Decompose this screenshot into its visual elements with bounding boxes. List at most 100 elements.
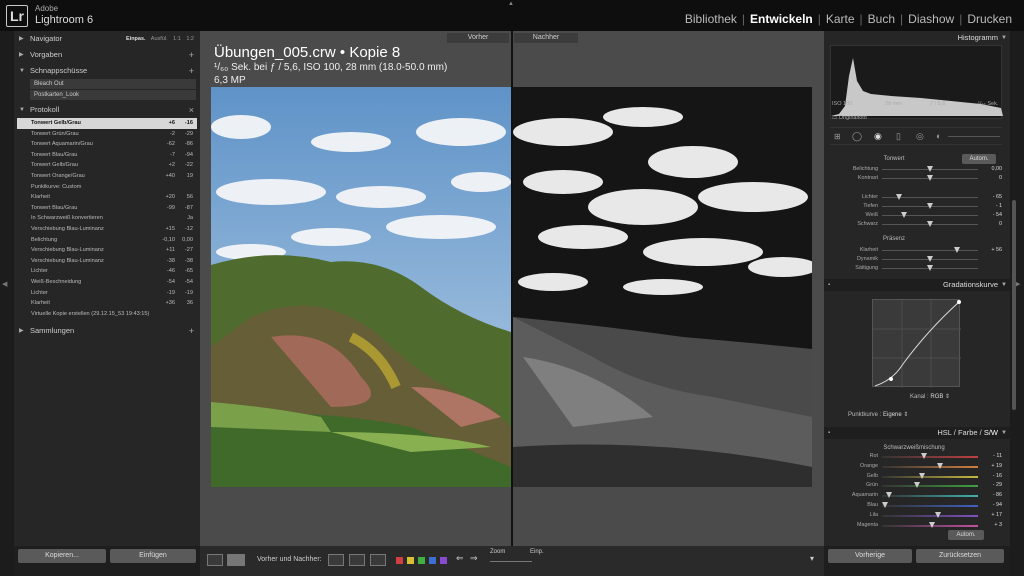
right-panel-scrollbar[interactable] [1012,200,1016,410]
slider-knob[interactable] [885,492,892,499]
auto-tone-button[interactable]: Autom. [962,154,996,164]
slider-lichter[interactable]: Lichter - 65 [830,193,1004,202]
history-step[interactable]: Tonwert Aquamarin/Grau -62 -86 [17,139,197,150]
history-step[interactable]: Tonwert Orange/Grau +40 19 [17,171,197,182]
zoom-1-2[interactable]: 1:2 [186,36,194,42]
clear-history-icon[interactable]: × [189,103,194,117]
add-collection-icon[interactable]: + [189,324,194,338]
before-after-mode-icon[interactable] [227,554,245,566]
curve-channel-row[interactable]: Kanal : RGB ⇕ [910,393,950,400]
next-arrow-icon[interactable]: ⇒ [470,553,478,564]
history-step[interactable]: Verschiebung Blau-Luminanz +11 -27 [17,245,197,256]
prev-arrow-icon[interactable]: ⇐ [456,553,464,564]
point-curve-row[interactable]: Punktkurve : Eigene ⇕ [848,411,908,418]
history-step[interactable]: Klarheit +36 36 [17,298,197,309]
copy-before-to-after-icon[interactable] [328,554,344,566]
history-step[interactable]: Tonwert Grün/Grau -2 -29 [17,129,197,140]
slider-knob[interactable] [919,472,926,479]
histogram-display[interactable] [830,45,1003,119]
slider-knob[interactable] [927,265,933,271]
panel-switch-icon[interactable]: ▪ [828,279,830,291]
slider-orange[interactable]: Orange + 19 [830,462,1004,471]
module-buch[interactable]: Buch [868,12,895,26]
slider-rot[interactable]: Rot - 11 [830,452,1004,461]
navigator-zoom-options[interactable]: Einpas. Ausfül. 1:1 1:2 [126,32,194,46]
slider-kontrast[interactable]: Kontrast 0 [830,174,1004,183]
brush-icon[interactable]: ◐ [936,131,941,141]
tool-slider[interactable] [948,136,1000,137]
slider-track[interactable] [882,514,978,517]
history-step[interactable]: Weiß-Beschneidung -54 -54 [17,277,197,288]
histogram-header[interactable]: Histogramm ▼ [824,32,1010,44]
slider-dynamik[interactable]: Dynamik [830,255,1004,264]
zoom-fill[interactable]: Ausfül. [151,36,168,42]
before-photo[interactable] [211,87,511,487]
slider-aquamarin[interactable]: Aquamarin - 86 [830,491,1004,500]
slider-weiß[interactable]: Weiß - 54 [830,211,1004,220]
slider-track[interactable] [882,250,978,251]
slider-track[interactable] [882,456,978,458]
slider-sättigung[interactable]: Sättigung [830,264,1004,273]
redeye-icon[interactable]: ◉ [874,131,882,142]
color-label-yellow[interactable] [407,557,414,564]
slider-knob[interactable] [953,247,960,253]
zoom-fit[interactable]: Einpas. [126,36,146,42]
slider-track[interactable] [882,505,978,507]
slider-knob[interactable] [927,221,933,227]
slider-lila[interactable]: Lila + 17 [830,511,1004,520]
tab-bw[interactable]: S/W [984,428,998,437]
left-panel-toggle-icon[interactable]: ◀ [2,280,7,288]
slider-knob[interactable] [913,482,920,489]
slider-magenta[interactable]: Magenta + 3 [830,521,1004,530]
slider-tiefen[interactable]: Tiefen - 1 [830,202,1004,211]
history-header[interactable]: ▼ Protokoll × [14,103,200,117]
history-step[interactable]: Tonwert Blau/Grau -99 -87 [17,203,197,214]
color-label-red[interactable] [396,557,403,564]
slider-knob[interactable] [927,256,933,262]
reset-button[interactable]: Zurücksetzen [916,549,1004,563]
panel-switch-icon[interactable]: ▪ [828,427,830,439]
color-label-purple[interactable] [440,557,447,564]
graduated-filter-icon[interactable]: ▯ [896,131,901,142]
crop-tool-icon[interactable]: ⊞ [834,132,841,141]
copy-after-to-before-icon[interactable] [349,554,365,566]
slider-knob[interactable] [896,194,903,200]
history-step[interactable]: Verschiebung Blau-Luminanz +15 -12 [17,224,197,235]
swap-before-after-icon[interactable] [370,554,386,566]
collections-header[interactable]: ▶ Sammlungen + [14,324,200,338]
history-step[interactable]: In Schwarzweiß konvertieren Ja [17,213,197,224]
history-step[interactable]: Klarheit +20 56 [17,192,197,203]
slider-knob[interactable] [928,521,935,528]
snapshot-item[interactable]: Bleach Out [30,79,196,89]
curve-header[interactable]: ▪ Gradationskurve ▼ [824,279,1010,291]
slider-knob[interactable] [927,175,933,181]
module-entwickeln[interactable]: Entwickeln [750,12,813,26]
auto-bw-button[interactable]: Autom. [948,530,984,540]
color-label-green[interactable] [418,557,425,564]
add-snapshot-icon[interactable]: + [189,64,194,78]
slider-grün[interactable]: Grün - 29 [830,481,1004,490]
history-step[interactable]: Tonwert Blau/Grau -7 -94 [17,150,197,161]
spot-removal-icon[interactable]: ◯ [852,131,862,142]
add-preset-icon[interactable]: + [189,48,194,62]
slider-track[interactable] [882,475,978,478]
paste-button[interactable]: Einfügen [110,549,196,563]
history-step[interactable]: Verschiebung Blau-Luminanz -38 -38 [17,256,197,267]
snapshots-header[interactable]: ▼ Schnappschüsse + [14,64,200,78]
slider-track[interactable] [882,215,978,216]
collapse-top-chevron-icon[interactable]: ▲ [508,1,514,7]
presets-header[interactable]: ▶ Vorgaben + [14,48,200,62]
module-karte[interactable]: Karte [826,12,855,26]
history-step[interactable]: Virtuelle Kopie erstellen (29.12.15_53 1… [17,309,197,320]
zoom-slider[interactable] [490,561,532,562]
history-step[interactable]: Tonwert Gelb/Grau +2 -22 [17,160,197,171]
slider-gelb[interactable]: Gelb - 16 [830,472,1004,481]
history-step[interactable]: Tonwert Gelb/Grau +6 -16 [17,118,197,129]
snapshot-item[interactable]: Postkarten_Look [30,90,196,100]
slider-track[interactable] [882,495,978,498]
history-step[interactable]: Lichter -46 -65 [17,266,197,277]
toolbar-menu-chevron-icon[interactable]: ▾ [810,554,814,563]
slider-knob[interactable] [901,212,908,218]
color-label-blue[interactable] [429,557,436,564]
module-bibliothek[interactable]: Bibliothek [685,12,737,26]
